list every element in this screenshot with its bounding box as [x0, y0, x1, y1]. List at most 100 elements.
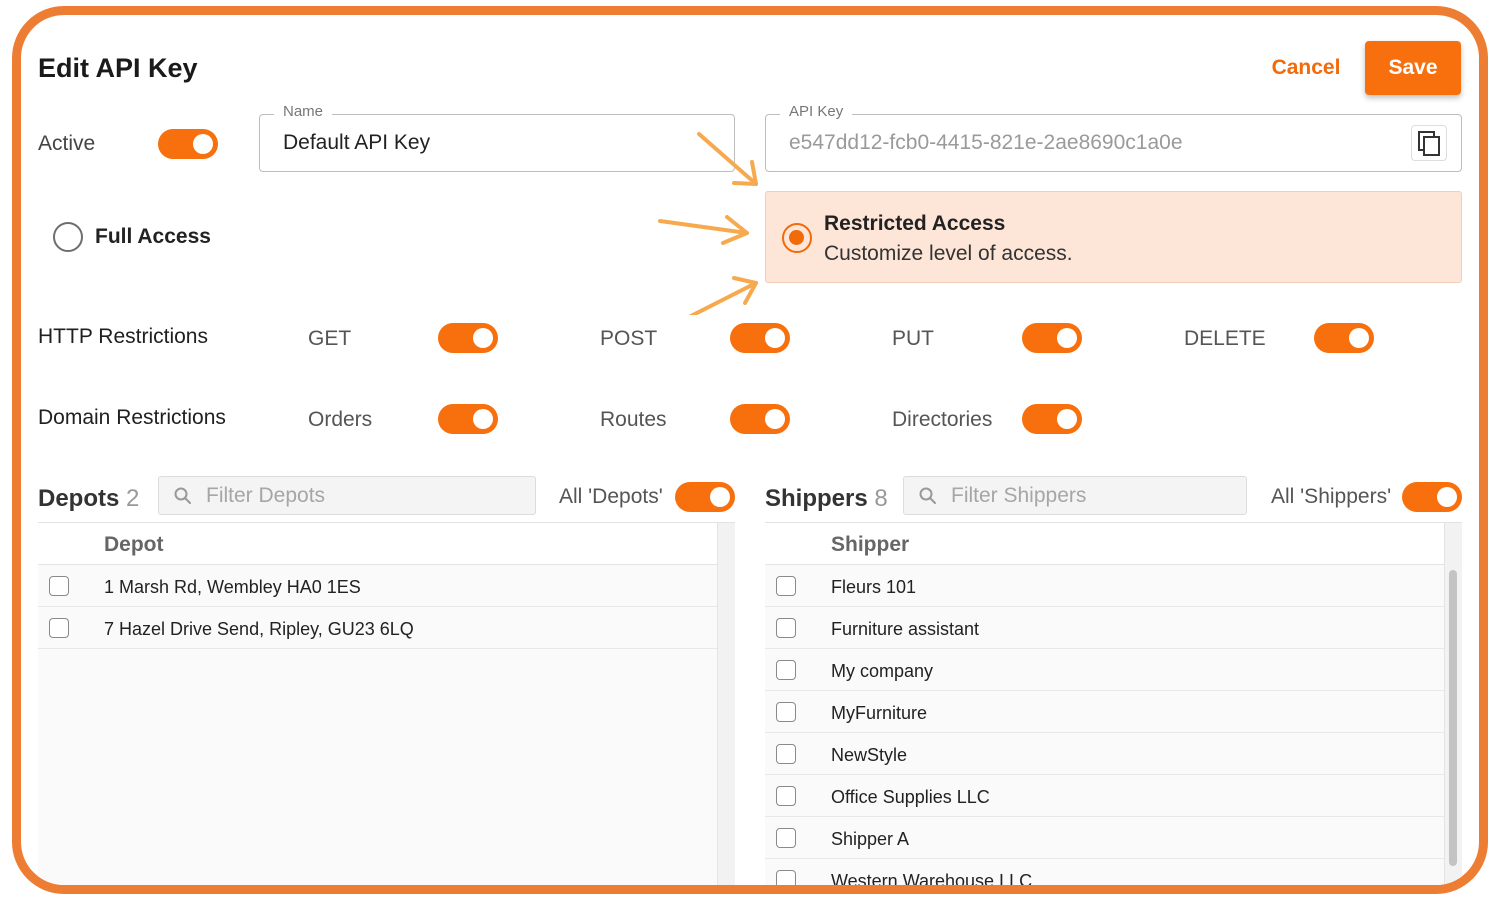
- domain-routes-toggle[interactable]: [730, 404, 790, 434]
- copy-button[interactable]: [1411, 125, 1447, 161]
- shipper-name: Office Supplies LLC: [831, 787, 990, 807]
- window-frame: Edit API Key Cancel Save Active Name Def…: [12, 6, 1488, 894]
- domain-directories-toggle[interactable]: [1022, 404, 1082, 434]
- http-delete-label: DELETE: [1184, 327, 1266, 350]
- all-shippers-label: All 'Shippers': [1271, 485, 1392, 508]
- row-checkbox[interactable]: [776, 786, 796, 806]
- shipper-name: Western Warehouse LLC: [831, 871, 1033, 885]
- search-icon: [919, 487, 936, 504]
- table-row[interactable]: Fleurs 101: [765, 565, 1462, 607]
- row-checkbox[interactable]: [776, 828, 796, 848]
- http-get-label: GET: [308, 327, 352, 350]
- restricted-access-subtitle: Customize level of access.: [824, 242, 1073, 265]
- toggle-knob: [1437, 487, 1457, 507]
- domain-directories-label: Directories: [892, 408, 993, 431]
- scrollbar-thumb[interactable]: [1449, 570, 1457, 866]
- table-row[interactable]: NewStyle: [765, 733, 1462, 775]
- row-checkbox[interactable]: [776, 702, 796, 722]
- shipper-name: MyFurniture: [831, 703, 928, 723]
- depots-filter[interactable]: [158, 476, 536, 515]
- all-depots-toggle[interactable]: [675, 482, 735, 512]
- shipper-name: NewStyle: [831, 745, 908, 765]
- annotation-arrows: [658, 132, 758, 315]
- full-access-label: Full Access: [95, 225, 211, 248]
- depots-title: Depots 2: [38, 485, 139, 513]
- arrow-down-right: [697, 132, 758, 186]
- toggle-knob: [710, 487, 730, 507]
- table-row[interactable]: My company: [765, 649, 1462, 691]
- row-checkbox[interactable]: [776, 576, 796, 596]
- toggle-knob: [1349, 328, 1369, 348]
- save-button[interactable]: Save: [1365, 41, 1461, 95]
- domain-orders-label: Orders: [308, 408, 373, 431]
- copy-icon: [1418, 131, 1440, 156]
- shipper-column-header[interactable]: Shipper: [831, 533, 909, 557]
- api-key-value: e547dd12-fcb0-4415-821e-2ae8690c1a0e: [789, 131, 1183, 154]
- http-put-toggle[interactable]: [1022, 323, 1082, 353]
- full-access-radio[interactable]: [53, 222, 83, 252]
- row-checkbox[interactable]: [776, 618, 796, 638]
- table-row[interactable]: Shipper A: [765, 817, 1462, 859]
- name-field-legend: Name: [274, 103, 333, 120]
- shipper-name: My company: [831, 661, 934, 681]
- depots-count: 2: [126, 485, 140, 512]
- table-row[interactable]: 7 Hazel Drive Send, Ripley, GU23 6LQ: [38, 607, 735, 649]
- active-toggle[interactable]: [158, 129, 218, 159]
- depots-table: Depot 1 Marsh Rd, Wembley HA0 1ES 7 Haze…: [38, 522, 735, 885]
- depot-column-header[interactable]: Depot: [104, 533, 164, 557]
- restricted-access-radio[interactable]: [782, 223, 812, 253]
- row-checkbox[interactable]: [49, 618, 69, 638]
- shipper-name: Furniture assistant: [831, 619, 980, 639]
- shipper-name: Shipper A: [831, 829, 910, 849]
- domain-restrictions-label: Domain Restrictions: [38, 406, 226, 429]
- shippers-filter-input[interactable]: [951, 484, 1251, 508]
- depots-filter-input[interactable]: [206, 484, 506, 508]
- all-shippers-toggle[interactable]: [1402, 482, 1462, 512]
- shippers-table-header: Shipper: [765, 523, 1462, 565]
- shippers-title-text: Shippers: [765, 485, 868, 512]
- table-row[interactable]: MyFurniture: [765, 691, 1462, 733]
- domain-routes-label: Routes: [600, 408, 667, 431]
- http-post-label: POST: [600, 327, 658, 350]
- api-key-field: API Key e547dd12-fcb0-4415-821e-2ae8690c…: [765, 103, 1462, 172]
- domain-orders-toggle[interactable]: [438, 404, 498, 434]
- depots-title-text: Depots: [38, 485, 120, 512]
- depots-scrollbar[interactable]: [717, 523, 735, 885]
- table-row[interactable]: 1 Marsh Rd, Wembley HA0 1ES: [38, 565, 735, 607]
- shippers-scrollbar[interactable]: [1444, 523, 1462, 885]
- active-label: Active: [38, 132, 96, 155]
- table-row[interactable]: Office Supplies LLC: [765, 775, 1462, 817]
- shippers-count: 8: [874, 485, 888, 512]
- table-row[interactable]: Western Warehouse LLC: [765, 859, 1462, 885]
- shippers-filter[interactable]: [903, 476, 1251, 515]
- http-get-toggle[interactable]: [438, 323, 498, 353]
- all-depots-label: All 'Depots': [559, 485, 663, 508]
- toggle-knob: [473, 328, 493, 348]
- cancel-button[interactable]: Cancel: [1266, 53, 1346, 83]
- row-checkbox[interactable]: [49, 576, 69, 596]
- shipper-name: Fleurs 101: [831, 577, 917, 597]
- http-post-toggle[interactable]: [730, 323, 790, 353]
- toggle-knob: [193, 134, 213, 154]
- row-checkbox[interactable]: [776, 870, 796, 885]
- shippers-table: Shipper Fleurs 101 Furniture assistant M…: [765, 522, 1462, 885]
- shippers-title: Shippers 8: [765, 485, 888, 513]
- toggle-knob: [473, 409, 493, 429]
- restricted-access-title: Restricted Access: [824, 212, 1006, 235]
- depot-name: 7 Hazel Drive Send, Ripley, GU23 6LQ: [104, 619, 414, 639]
- search-icon: [174, 487, 191, 504]
- restricted-access-option[interactable]: Restricted Access Customize level of acc…: [765, 191, 1462, 283]
- http-delete-toggle[interactable]: [1314, 323, 1374, 353]
- page-title: Edit API Key: [38, 53, 198, 83]
- http-put-label: PUT: [892, 327, 934, 350]
- http-restrictions-label: HTTP Restrictions: [38, 325, 208, 348]
- toggle-knob: [1057, 409, 1077, 429]
- row-checkbox[interactable]: [776, 660, 796, 680]
- depot-name: 1 Marsh Rd, Wembley HA0 1ES: [104, 577, 361, 597]
- api-key-field-legend: API Key: [780, 103, 853, 120]
- depots-table-header: Depot: [38, 523, 735, 565]
- edit-api-key-dialog: Edit API Key Cancel Save Active Name Def…: [21, 15, 1479, 885]
- name-field-value[interactable]: Default API Key: [283, 131, 430, 155]
- table-row[interactable]: Furniture assistant: [765, 607, 1462, 649]
- row-checkbox[interactable]: [776, 744, 796, 764]
